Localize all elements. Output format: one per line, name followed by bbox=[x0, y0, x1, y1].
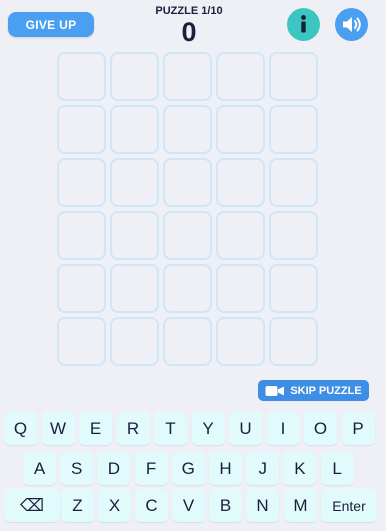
key-b[interactable]: B bbox=[209, 489, 242, 522]
letter-tile bbox=[110, 158, 159, 207]
enter-key[interactable]: Enter bbox=[321, 489, 377, 522]
letter-tile bbox=[216, 52, 265, 101]
skip-puzzle-label: SKIP PUZZLE bbox=[290, 384, 362, 397]
letter-tile bbox=[57, 317, 106, 366]
letter-tile bbox=[269, 211, 318, 260]
info-icon bbox=[301, 15, 306, 33]
letter-tile bbox=[269, 264, 318, 313]
letter-tile bbox=[110, 211, 159, 260]
letter-tile bbox=[110, 317, 159, 366]
key-g[interactable]: G bbox=[171, 452, 205, 485]
give-up-button[interactable]: GIVE UP bbox=[8, 12, 94, 37]
letter-tile bbox=[216, 264, 265, 313]
key-a[interactable]: A bbox=[23, 452, 56, 485]
key-n[interactable]: N bbox=[246, 489, 279, 522]
key-u[interactable]: U bbox=[229, 412, 262, 445]
letter-tile bbox=[216, 158, 265, 207]
sound-button[interactable] bbox=[335, 8, 368, 41]
key-l[interactable]: L bbox=[320, 452, 354, 485]
key-f[interactable]: F bbox=[134, 452, 168, 485]
letter-tile bbox=[57, 105, 106, 154]
letter-tile bbox=[110, 52, 159, 101]
key-v[interactable]: V bbox=[172, 489, 205, 522]
key-m[interactable]: M bbox=[284, 489, 317, 522]
key-q[interactable]: Q bbox=[4, 412, 37, 445]
key-d[interactable]: D bbox=[97, 452, 131, 485]
key-s[interactable]: S bbox=[60, 452, 94, 485]
key-r[interactable]: R bbox=[116, 412, 150, 445]
skip-puzzle-button[interactable]: SKIP PUZZLE bbox=[258, 380, 369, 401]
key-z[interactable]: Z bbox=[61, 489, 94, 522]
letter-tile bbox=[57, 211, 106, 260]
letter-tile bbox=[216, 211, 265, 260]
letter-tile bbox=[57, 264, 106, 313]
letter-tile bbox=[269, 158, 318, 207]
key-t[interactable]: T bbox=[154, 412, 187, 445]
key-w[interactable]: W bbox=[41, 412, 75, 445]
backspace-key[interactable]: ⌫ bbox=[4, 489, 60, 522]
keyboard-row-1: QWERTYUIOP bbox=[0, 412, 386, 445]
letter-tile bbox=[216, 317, 265, 366]
key-o[interactable]: O bbox=[304, 412, 337, 445]
letter-tile bbox=[269, 317, 318, 366]
speaker-icon bbox=[343, 17, 361, 32]
letter-tile bbox=[269, 105, 318, 154]
letter-tile bbox=[57, 52, 106, 101]
letter-tile bbox=[163, 105, 212, 154]
word-grid bbox=[57, 52, 318, 366]
letter-tile bbox=[216, 105, 265, 154]
puzzle-counter: PUZZLE 1/10 bbox=[155, 5, 223, 17]
key-x[interactable]: X bbox=[98, 489, 131, 522]
key-k[interactable]: K bbox=[283, 452, 317, 485]
keyboard-row-2: ASDFGHJKL bbox=[0, 452, 386, 485]
score-display: 0 bbox=[181, 17, 197, 47]
letter-tile bbox=[163, 211, 212, 260]
video-camera-icon bbox=[265, 385, 285, 396]
key-p[interactable]: P bbox=[341, 412, 375, 445]
key-c[interactable]: C bbox=[135, 489, 168, 522]
letter-tile bbox=[163, 158, 212, 207]
info-button[interactable] bbox=[287, 8, 320, 41]
letter-tile bbox=[110, 264, 159, 313]
key-e[interactable]: E bbox=[79, 412, 112, 445]
key-h[interactable]: H bbox=[209, 452, 242, 485]
letter-tile bbox=[110, 105, 159, 154]
letter-tile bbox=[163, 317, 212, 366]
letter-tile bbox=[269, 52, 318, 101]
letter-tile bbox=[57, 158, 106, 207]
keyboard-row-3: ⌫ Z X C V B N M Enter bbox=[0, 489, 386, 522]
key-j[interactable]: J bbox=[246, 452, 280, 485]
letter-tile bbox=[163, 52, 212, 101]
key-i[interactable]: I bbox=[266, 412, 300, 445]
letter-tile bbox=[163, 264, 212, 313]
key-y[interactable]: Y bbox=[191, 412, 225, 445]
